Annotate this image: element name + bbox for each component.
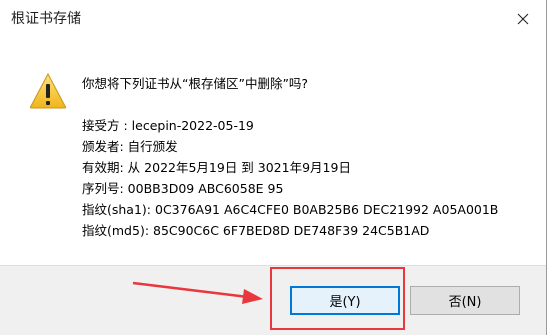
close-icon — [517, 13, 529, 24]
detail-serial-number: 序列号: 00BB3D09 ABC6058E 95 — [82, 181, 284, 196]
confirm-question: 你想将下列证书从“根存储区”中删除”吗? — [82, 76, 309, 91]
detail-issued-by: 颁发者: 自行颁发 — [82, 139, 178, 154]
warning-icon — [29, 72, 67, 109]
window-title: 根证书存储 — [11, 11, 81, 27]
close-button[interactable] — [500, 0, 546, 37]
button-bar: 是(Y) 否(N) — [0, 265, 546, 335]
detail-md5-thumbprint: 指纹(md5): 85C90C6C 6F7BED8D DE748F39 24C5… — [82, 223, 430, 238]
detail-issued-to: 接受方 : lecepin-2022-05-19 — [82, 118, 254, 133]
detail-validity: 有效期: 从 2022年5月19日 到 3021年9月19日 — [82, 160, 351, 175]
dialog-window: 根证书存储 你想将下列证书从“根存储区”中删除”吗? 接受方 : lecepin… — [0, 0, 547, 335]
detail-sha1-thumbprint: 指纹(sha1): 0C376A91 A6C4CFE0 B0AB25B6 DEC… — [82, 202, 499, 217]
dialog-content: 你想将下列证书从“根存储区”中删除”吗? 接受方 : lecepin-2022-… — [0, 39, 546, 265]
certificate-details: 接受方 : lecepin-2022-05-19 颁发者: 自行颁发 有效期: … — [82, 115, 498, 241]
title-bar: 根证书存储 — [0, 0, 546, 39]
yes-button[interactable]: 是(Y) — [290, 286, 400, 315]
no-button[interactable]: 否(N) — [410, 286, 520, 315]
